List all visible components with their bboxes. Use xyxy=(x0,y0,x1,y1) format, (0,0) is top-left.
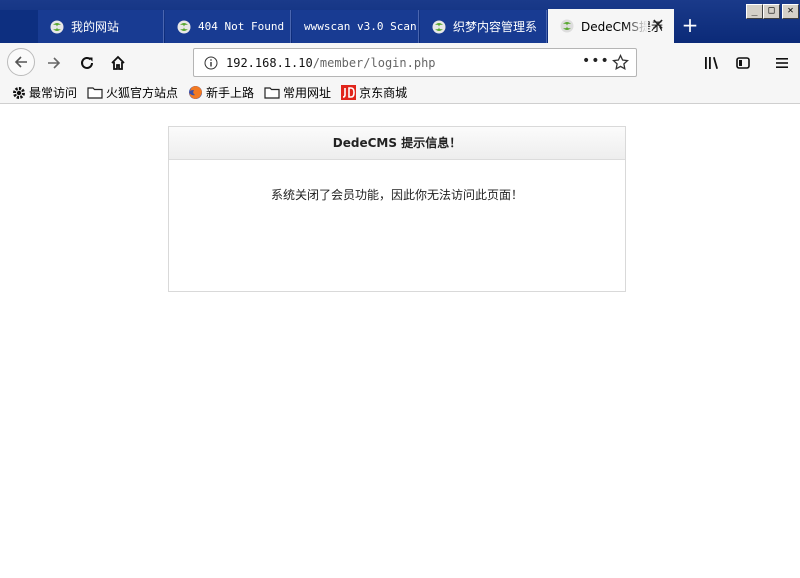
tab-404[interactable]: 404 Not Found xyxy=(165,10,291,43)
jd-icon xyxy=(341,85,357,100)
tab-dedecms-admin[interactable]: 织梦内容管理系 xyxy=(420,10,547,43)
dedecms-favicon-icon xyxy=(50,20,64,33)
minimize-window-button[interactable]: _ xyxy=(746,4,763,19)
bookmark-firefox-official[interactable]: 火狐官方站点 xyxy=(87,84,178,101)
bookmark-jd-mall[interactable]: 京东商城 xyxy=(341,84,407,101)
new-tab-button[interactable]: + xyxy=(679,14,701,36)
url-bar[interactable]: 192.168.1.10/member/login.php ••• xyxy=(193,48,637,77)
back-button[interactable] xyxy=(7,48,35,76)
tab-label: 织梦内容管理系 xyxy=(453,20,538,34)
forward-button[interactable] xyxy=(40,49,68,77)
bookmark-label: 京东商城 xyxy=(359,86,408,100)
tab-label: wwwscan v3.0 Scan xyxy=(304,20,417,33)
url-path: /member/login.php xyxy=(312,55,436,70)
message-box: DedeCMS 提示信息！ 系统关闭了会员功能，因此你无法访问此页面！ xyxy=(168,126,626,292)
tab-strip: 我的网站 404 Not Found wwwscan v3.0 Scan 织梦内… xyxy=(0,0,800,43)
close-window-button[interactable]: ✕ xyxy=(782,4,799,19)
bookmark-label: 新手上路 xyxy=(206,86,255,100)
bookmark-label: 常用网址 xyxy=(283,86,332,100)
arrow-left-icon xyxy=(14,56,27,68)
bookmark-getting-started[interactable]: 新手上路 xyxy=(188,84,254,101)
message-text: 系统关闭了会员功能，因此你无法访问此页面！ xyxy=(270,188,523,202)
message-title: DedeCMS 提示信息！ xyxy=(169,127,625,160)
tab-label: 404 Not Found xyxy=(198,20,285,33)
page-content: DedeCMS 提示信息！ 系统关闭了会员功能，因此你无法访问此页面！ xyxy=(0,104,800,578)
tab-strip-left-edge xyxy=(0,10,38,43)
bookmarks-toolbar: 最常访问 火狐官方站点 新手上路 常用网址 京东商城 xyxy=(0,82,800,104)
tab-label-fade xyxy=(624,9,648,43)
url-host: 192.168.1.10 xyxy=(226,55,313,70)
home-icon xyxy=(111,55,125,70)
dedecms-favicon-icon xyxy=(560,19,574,33)
sidebar-icon xyxy=(736,57,750,69)
url-text[interactable]: 192.168.1.10/member/login.php xyxy=(226,56,436,70)
sidebar-button[interactable] xyxy=(729,49,757,77)
tab-dedecms-notice[interactable]: DedeCMS提示 ✕ xyxy=(548,9,674,43)
close-tab-icon[interactable]: ✕ xyxy=(650,17,666,33)
menu-button[interactable] xyxy=(768,49,796,77)
bookmark-label: 最常访问 xyxy=(29,86,78,100)
bookmark-star-icon[interactable] xyxy=(612,54,629,71)
dedecms-favicon-icon xyxy=(177,20,191,33)
maximize-window-button[interactable]: □ xyxy=(763,4,780,19)
folder-icon xyxy=(87,87,103,99)
bookmark-label: 火狐官方站点 xyxy=(106,86,179,100)
arrow-right-icon xyxy=(48,57,61,69)
info-icon[interactable] xyxy=(204,56,218,70)
reload-button[interactable] xyxy=(73,49,101,77)
reload-icon xyxy=(81,56,93,69)
page-actions-button[interactable]: ••• xyxy=(582,53,610,69)
firefox-icon xyxy=(189,86,203,99)
library-icon xyxy=(705,57,718,69)
browser-window: 我的网站 404 Not Found wwwscan v3.0 Scan 织梦内… xyxy=(0,0,800,578)
tab-label: 我的网站 xyxy=(71,20,120,34)
folder-icon xyxy=(264,87,280,99)
bookmark-most-visited[interactable]: 最常访问 xyxy=(12,84,77,101)
tab-my-website[interactable]: 我的网站 xyxy=(38,10,164,43)
navigation-toolbar: 192.168.1.10/member/login.php ••• xyxy=(0,43,800,82)
gear-icon xyxy=(13,86,25,99)
dedecms-favicon-icon xyxy=(432,20,446,33)
bookmark-common-sites[interactable]: 常用网址 xyxy=(264,84,331,101)
hamburger-menu-icon xyxy=(776,58,788,68)
home-button[interactable] xyxy=(104,49,132,77)
library-button[interactable] xyxy=(698,49,726,77)
tab-wwwscan[interactable]: wwwscan v3.0 Scan xyxy=(292,10,419,43)
